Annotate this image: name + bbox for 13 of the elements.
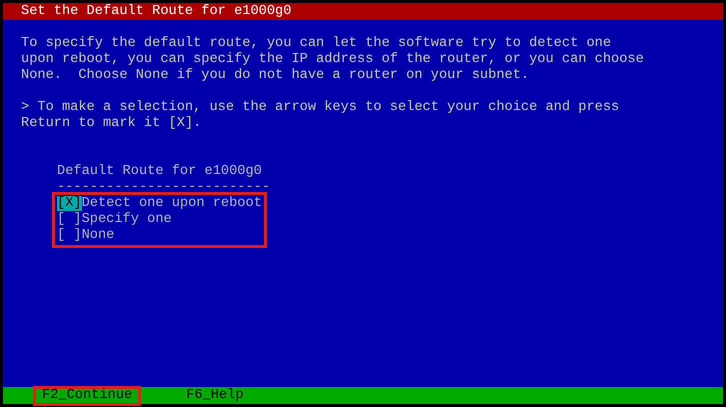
instruction-text: To specify the default route, you can let the software try to detect one upon reboot, you can specify the IP address of the router, or you can choose None. Choose None if you do not have a router on your subnet. <box>21 36 645 84</box>
instruction-text: > To make a selection, use the arrow keys to select your choice and press Return to mark it [X]. <box>21 100 620 132</box>
option-item[interactable]: [X]Detect one upon reboot <box>57 196 262 212</box>
window-title: Set the Default Route for e1000g0 <box>21 4 292 20</box>
option-item[interactable]: [ ]Specify one <box>57 212 262 228</box>
option-item[interactable]: [ ]None <box>57 228 262 244</box>
checkbox[interactable]: [ ] <box>57 212 82 227</box>
checkbox[interactable]: [X] <box>57 196 82 211</box>
function-key[interactable]: F6_Help <box>177 386 253 406</box>
heading-underline: -------------------------- <box>57 180 272 196</box>
list-heading: Default Route for e1000g0 <box>57 164 263 180</box>
function-key[interactable]: F2_Continue <box>33 386 142 406</box>
checkbox[interactable]: [ ] <box>57 228 82 243</box>
